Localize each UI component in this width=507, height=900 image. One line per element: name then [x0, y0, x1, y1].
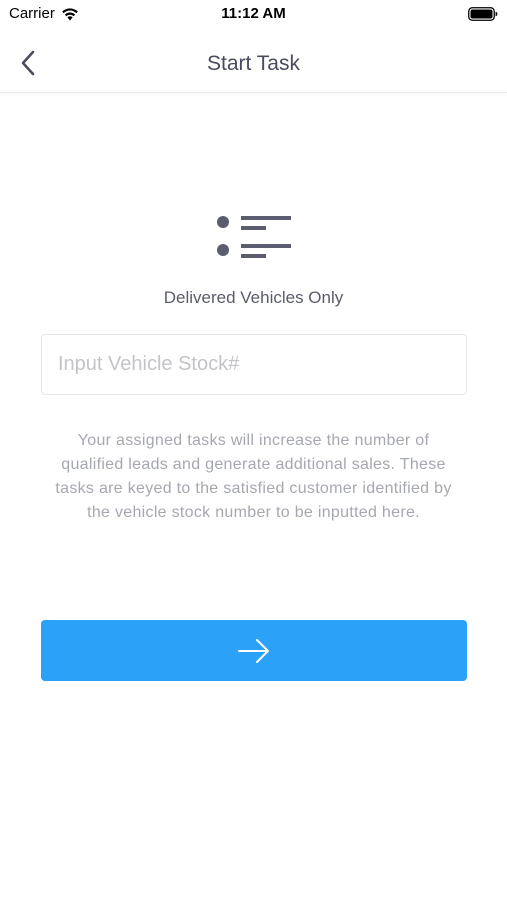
status-time: 11:12 AM [221, 5, 286, 22]
vehicle-stock-input[interactable] [41, 334, 467, 395]
status-bar: Carrier 11:12 AM [0, 0, 507, 28]
arrow-right-icon [238, 638, 269, 663]
page-title: Start Task [207, 52, 300, 75]
start-task-screen: Carrier 11:12 AM Start Task Delivered Ve… [0, 0, 507, 900]
subtitle: Delivered Vehicles Only [163, 288, 344, 307]
description-text: Your assigned tasks will increase the nu… [55, 432, 452, 521]
next-button[interactable] [41, 620, 467, 681]
list-icon [217, 216, 291, 258]
battery-full-icon [468, 7, 498, 21]
navigation-bar: Start Task [0, 28, 507, 93]
